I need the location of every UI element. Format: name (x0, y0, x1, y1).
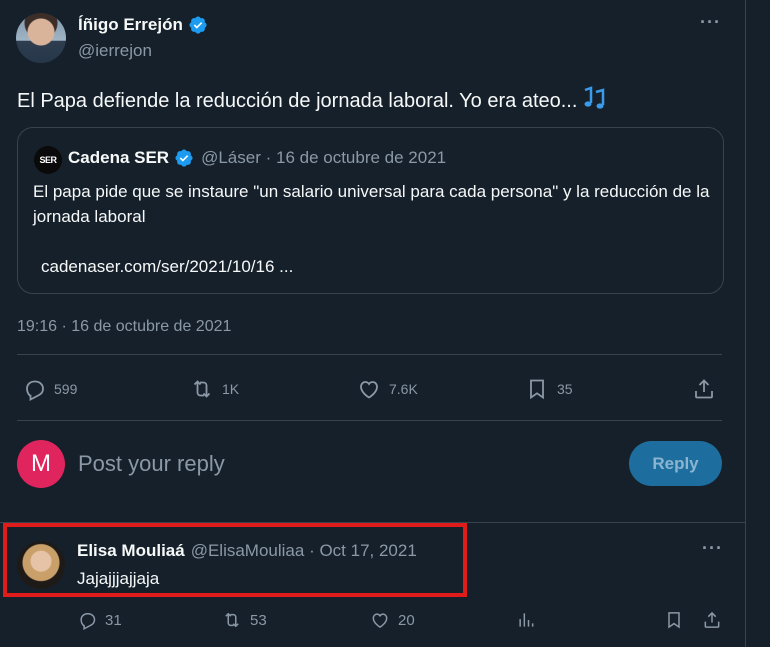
reply-action[interactable]: 599 (22, 377, 77, 401)
analytics-action[interactable] (516, 610, 536, 630)
share-action[interactable] (692, 377, 716, 401)
bookmark-action[interactable] (664, 610, 684, 630)
divider (17, 354, 722, 355)
reply-count: 31 (105, 611, 122, 629)
reply-action[interactable]: 31 (77, 610, 122, 630)
cadena-ser-logo: SER (34, 146, 62, 174)
retweet-count: 53 (250, 611, 267, 629)
more-options-icon[interactable]: ··· (700, 12, 721, 33)
tweet-column: Íñigo Errejón @ierrejon ··· El Papa defi… (0, 0, 746, 647)
red-highlight-box (3, 523, 467, 597)
quoted-tweet-header: Cadena SER @Láser · 16 de octubre de 202… (68, 148, 446, 168)
quoted-tweet-text: El papa pide que se instaure "un salario… (33, 182, 710, 226)
verified-badge-icon (189, 16, 207, 34)
quoted-meta: @Láser · 16 de octubre de 2021 (201, 148, 447, 167)
bookmark-count: 35 (557, 381, 573, 397)
quoted-tweet-link[interactable]: cadenaser.com/ser/2021/10/16 ... (41, 257, 293, 277)
bookmark-action[interactable]: 35 (525, 377, 573, 401)
quoted-author-name[interactable]: Cadena SER (68, 148, 169, 168)
page: Íñigo Errejón @ierrejon ··· El Papa defi… (0, 0, 770, 647)
share-icon (695, 379, 713, 399)
composer-avatar[interactable]: M (17, 440, 65, 488)
retweet-action[interactable]: 1K (190, 377, 239, 401)
retweet-action[interactable]: 53 (222, 610, 267, 630)
ser-logo-text: SER (39, 155, 57, 165)
retweet-count: 1K (222, 381, 240, 397)
reply-icon (80, 613, 96, 630)
reply-count: 599 (54, 381, 78, 397)
bookmark-icon (668, 612, 680, 629)
more-options-icon[interactable]: ··· (702, 538, 723, 559)
verified-badge-icon (175, 149, 193, 167)
share-action[interactable] (702, 610, 722, 630)
quoted-tweet-card[interactable]: SER Cadena SER @Láser · 16 de octubre de… (17, 127, 724, 294)
like-action[interactable]: 20 (370, 610, 415, 630)
share-icon (704, 611, 720, 628)
divider (17, 420, 722, 421)
musical-notes-emoji-icon (584, 86, 605, 109)
tweet-text: El Papa defiende la reducción de jornada… (17, 86, 605, 114)
composer-avatar-letter: M (31, 450, 51, 477)
author-name-row[interactable]: Íñigo Errejón (78, 15, 208, 35)
bookmark-icon (530, 379, 544, 400)
tweet-text-content: El Papa defiende la reducción de jornada… (17, 90, 578, 112)
retweet-icon (225, 612, 239, 628)
heart-icon (360, 381, 378, 399)
reply-icon (26, 380, 44, 401)
author-name[interactable]: Íñigo Errejón (78, 15, 183, 35)
author-avatar[interactable] (16, 13, 66, 63)
heart-icon (372, 613, 388, 628)
retweet-icon (193, 380, 211, 398)
like-count: 7.6K (389, 381, 418, 397)
like-count: 20 (398, 611, 415, 629)
analytics-icon (519, 613, 534, 627)
author-handle[interactable]: @ierrejon (78, 41, 152, 61)
reply-button[interactable]: Reply (629, 441, 722, 486)
like-action[interactable]: 7.6K (357, 377, 418, 401)
tweet-timestamp[interactable]: 19:16 · 16 de octubre de 2021 (17, 318, 231, 336)
reply-input[interactable] (78, 446, 608, 482)
